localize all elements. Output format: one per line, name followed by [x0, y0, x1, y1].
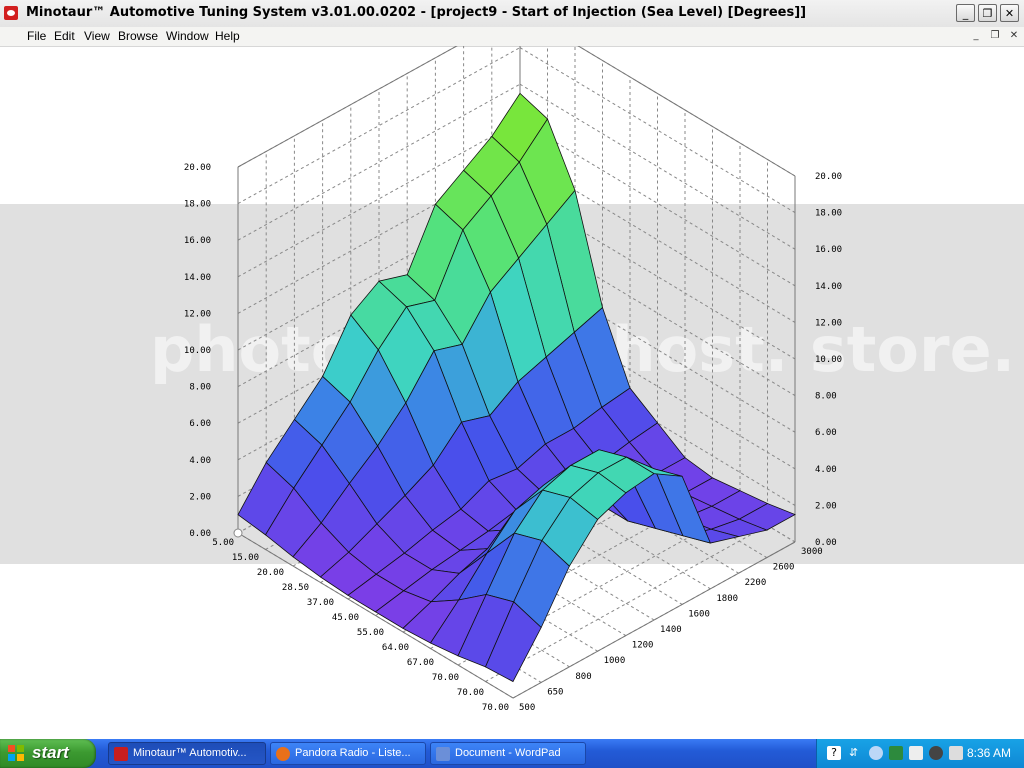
menu-edit[interactable]: Edit: [54, 29, 75, 43]
title-bar: Minotaur™ Automotive Tuning System v3.01…: [0, 0, 1024, 28]
wordpad-icon: [436, 747, 450, 761]
left-axis-tick-label: 64.00: [382, 643, 409, 653]
taskbar: start Minotaur™ Automotiv... Pandora Rad…: [0, 739, 1024, 768]
origin-handle[interactable]: [233, 528, 243, 538]
right-axis-tick-label: 2600: [773, 563, 795, 573]
right-axis-tick-label: 500: [519, 703, 535, 713]
font-icon[interactable]: [909, 746, 923, 760]
menu-view[interactable]: View: [84, 29, 110, 43]
network-icon[interactable]: [889, 746, 903, 760]
start-button[interactable]: start: [0, 739, 96, 768]
clock-tray-icon[interactable]: [929, 746, 943, 760]
arrow-icon[interactable]: ⇵: [849, 746, 863, 760]
z-tick-label-right: 8.00: [815, 392, 837, 402]
z-tick-label-right: 10.00: [815, 355, 842, 365]
right-axis-tick-label: 800: [575, 672, 591, 682]
menu-window[interactable]: Window: [166, 29, 209, 43]
right-axis-tick-label: 1600: [688, 609, 710, 619]
menu-bar: File Edit View Browse Window Help _ ❐ ✕: [0, 27, 1024, 47]
left-axis-tick-label: 28.50: [282, 583, 309, 593]
right-axis-tick-label: 1000: [604, 656, 626, 666]
z-tick-label-left: 6.00: [189, 419, 211, 429]
left-axis-tick-label: 70.00: [457, 688, 484, 698]
z-tick-label-left: 8.00: [189, 383, 211, 393]
z-tick-label-left: 12.00: [184, 309, 211, 319]
right-axis-tick-label: 1200: [632, 641, 654, 651]
right-axis-tick-label: 1400: [660, 625, 682, 635]
left-axis-tick-label: 70.00: [432, 673, 459, 683]
left-axis-tick-label: 15.00: [232, 553, 259, 563]
left-axis-tick-label: 55.00: [357, 628, 384, 638]
menu-help[interactable]: Help: [215, 29, 240, 43]
task-wordpad[interactable]: Document - WordPad: [430, 742, 586, 765]
z-tick-label-right: 4.00: [815, 465, 837, 475]
left-axis-tick-label: 45.00: [332, 613, 359, 623]
z-tick-label-right: 14.00: [815, 282, 842, 292]
z-tick-label-left: 18.00: [184, 200, 211, 210]
surface-plot[interactable]: photobucket host. store. share. 0.000.00…: [0, 46, 1024, 739]
left-axis-tick-label: 5.00: [212, 538, 234, 548]
task-label: Pandora Radio - Liste...: [295, 747, 411, 759]
z-tick-label-right: 12.00: [815, 318, 842, 328]
right-axis-tick-label: 3000: [801, 547, 823, 557]
close-button[interactable]: ✕: [1000, 4, 1019, 22]
z-tick-label-left: 10.00: [184, 346, 211, 356]
left-axis-tick-label: 67.00: [407, 658, 434, 668]
left-axis-tick-label: 37.00: [307, 598, 334, 608]
clock: 8:36 AM: [966, 746, 1011, 760]
task-pandora[interactable]: Pandora Radio - Liste...: [270, 742, 426, 765]
task-label: Minotaur™ Automotiv...: [133, 747, 247, 759]
restore-button[interactable]: ❐: [978, 4, 997, 22]
windows-logo-icon: [8, 745, 24, 761]
help-icon[interactable]: ?: [827, 746, 841, 760]
mdi-close-button[interactable]: ✕: [1006, 29, 1022, 43]
z-tick-label-left: 2.00: [189, 492, 211, 502]
z-tick-label-right: 16.00: [815, 245, 842, 255]
z-tick-label-left: 16.00: [184, 236, 211, 246]
z-tick-label-right: 2.00: [815, 501, 837, 511]
speaker-icon[interactable]: [949, 746, 963, 760]
z-tick-label-right: 18.00: [815, 209, 842, 219]
z-tick-label-right: 20.00: [815, 172, 842, 182]
app-logo-icon[interactable]: [4, 6, 18, 20]
menu-browse[interactable]: Browse: [118, 29, 158, 43]
z-tick-label-left: 14.00: [184, 273, 211, 283]
right-axis-tick-label: 1800: [716, 594, 738, 604]
left-axis-tick-label: 70.00: [482, 703, 509, 713]
z-tick-label-left: 4.00: [189, 456, 211, 466]
back-icon[interactable]: [869, 746, 883, 760]
task-label: Document - WordPad: [455, 747, 561, 759]
menu-file[interactable]: File: [27, 29, 46, 43]
minotaur-icon: [114, 747, 128, 761]
system-tray: ? ⇵ 8:36 AM: [816, 739, 1024, 768]
z-tick-label-left: 20.00: [184, 163, 211, 173]
z-tick-label-left: 0.00: [189, 529, 211, 539]
right-axis-tick-label: 650: [547, 687, 563, 697]
right-axis-tick-label: 2200: [745, 578, 767, 588]
minimize-button[interactable]: _: [956, 4, 975, 22]
task-minotaur[interactable]: Minotaur™ Automotiv...: [108, 742, 266, 765]
mdi-restore-button[interactable]: ❐: [987, 29, 1003, 43]
firefox-icon: [276, 747, 290, 761]
z-tick-label-right: 6.00: [815, 428, 837, 438]
mdi-minimize-button[interactable]: _: [968, 29, 984, 43]
start-label: start: [32, 743, 69, 762]
window-title: Minotaur™ Automotive Tuning System v3.01…: [26, 5, 807, 20]
left-axis-tick-label: 20.00: [257, 568, 284, 578]
